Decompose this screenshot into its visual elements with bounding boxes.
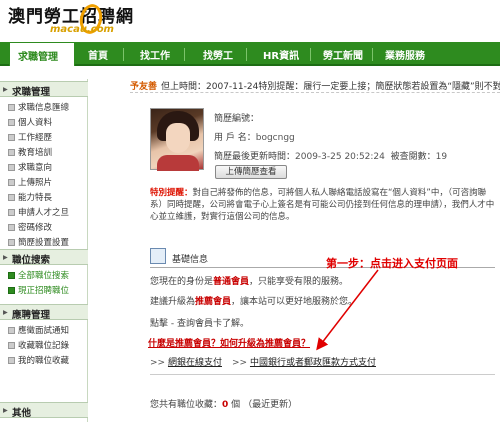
sidebar-item-current-jobs[interactable]: 現正招聘職位	[8, 284, 69, 296]
sidebar-item-saved-records[interactable]: 收藏職位記錄	[8, 339, 69, 351]
nav-divider	[184, 48, 185, 61]
folder-icon	[8, 357, 15, 364]
sidebar: 求職管理 求職信息匯總 個人資料 工作經歷 教育培訓 求職意向 上傳照片 能力特…	[0, 79, 88, 422]
resume-number: 簡歷編號：	[214, 114, 260, 124]
avatar	[150, 108, 204, 171]
nav-services[interactable]: 業務服務	[385, 47, 425, 62]
nav-tab-job-management[interactable]: 求職管理	[9, 42, 75, 66]
sidebar-item-resume-settings[interactable]: 簡歷設置設置	[8, 236, 69, 248]
sidebar-item-profile[interactable]: 個人資料	[8, 116, 52, 128]
preview-resume-button[interactable]: 上傳簡歷查看	[215, 165, 287, 179]
reminder-text: 對自己將發佈的信息，可將個人私人聯絡電話設寫在“個人資料”中，（可咨詢聯系）同時…	[150, 188, 495, 222]
nav-labor-news[interactable]: 勞工新聞	[323, 47, 363, 62]
nav-divider	[246, 48, 247, 61]
doc-icon	[8, 104, 15, 111]
bank-payment-link[interactable]: >> 中國銀行或者郵政匯款方式支付	[232, 355, 376, 368]
sidebar-item-education[interactable]: 教育培訓	[8, 146, 52, 158]
sidebar-item-upload-photo[interactable]: 上傳照片	[8, 176, 52, 188]
reminder-label: 特別提醒：	[150, 188, 193, 198]
sidebar-item-summary[interactable]: 求職信息匯總	[8, 101, 69, 113]
search-icon	[8, 272, 15, 279]
main-nav: 首頁 找工作 找勞工 HR資訊 勞工新聞 業務服務	[0, 42, 500, 66]
avatar-body	[157, 155, 199, 171]
sidebar-item-all-jobs[interactable]: 全部職位搜索	[8, 269, 69, 281]
sidebar-item-interview[interactable]: 應徵面試通知	[8, 324, 69, 336]
membership-status: 您現在的身份是普通會員，只能享受有限的服務。	[150, 277, 349, 287]
folder-icon	[8, 342, 15, 349]
notice-label: 予友善	[130, 82, 158, 92]
doc-icon	[8, 119, 15, 126]
notice-text: 但上時間：2007-11-24特別提醒：履行一定要上接；簡歷狀態若設置為“隱藏”…	[161, 82, 500, 92]
nav-find-worker[interactable]: 找勞工	[203, 47, 233, 62]
sidebar-section-job-management[interactable]: 求職管理	[0, 81, 88, 98]
upgrade-membership-link[interactable]: 什麼是推薦會員？如何升級為推薦會員？	[148, 336, 310, 349]
double-arrow-icon: >>	[232, 358, 248, 368]
resume-username: 用 戶 名：bogcngg	[214, 133, 295, 143]
doc-icon	[8, 239, 15, 246]
doc-icon	[8, 209, 15, 216]
saved-jobs-count: 您共有職位收藏：0 個 （最近更新）	[150, 400, 298, 410]
nav-find-job[interactable]: 找工作	[140, 47, 170, 62]
mail-icon	[8, 327, 15, 334]
doc-icon	[8, 164, 15, 171]
upgrade-suggestion: 建議升級為推薦會員，讓本站可以更好地服務於您。	[150, 297, 358, 307]
sidebar-section-job-search[interactable]: 職位搜索	[0, 249, 88, 266]
nav-divider	[310, 48, 311, 61]
step-annotation: 第一步：点击进入支付页面	[326, 257, 458, 270]
sidebar-item-skills[interactable]: 能力特長	[8, 191, 52, 203]
sidebar-item-password[interactable]: 密碼修改	[8, 221, 52, 233]
nav-divider	[123, 48, 124, 61]
resume-update-time: 簡歷最後更新時間：2009-3-25 20:52:24 被查閱數：19	[214, 152, 448, 162]
member-card-hint: 點擊 - 查詢會員卡了解。	[150, 319, 249, 329]
sidebar-item-experience[interactable]: 工作經歷	[8, 131, 52, 143]
sidebar-section-other[interactable]: 其他	[0, 402, 88, 419]
doc-icon	[8, 149, 15, 156]
special-reminder: 特別提醒：對自己將發佈的信息，可將個人私人聯絡電話設寫在“個人資料”中，（可咨詢…	[150, 187, 495, 223]
doc-icon	[8, 224, 15, 231]
avatar-face	[166, 123, 190, 153]
online-payment-link[interactable]: >> 網銀在線支付	[150, 355, 222, 368]
doc-icon	[8, 179, 15, 186]
basic-info-title: 基礎信息	[172, 255, 209, 265]
notice-bar: 予友善 但上時間：2007-11-24特別提醒：履行一定要上接；簡歷狀態若設置為“…	[130, 79, 500, 93]
sidebar-item-apply[interactable]: 申請人才之旦	[8, 206, 69, 218]
logo-domain: macau.com	[50, 24, 114, 35]
nav-tab-label: 求職管理	[18, 52, 58, 63]
doc-icon	[8, 134, 15, 141]
sidebar-item-my-saved[interactable]: 我的職位收藏	[8, 354, 69, 366]
sidebar-section-application[interactable]: 應聘管理	[0, 304, 88, 321]
section-divider	[150, 374, 495, 375]
nav-hr-info[interactable]: HR資訊	[263, 47, 299, 62]
sidebar-item-intention[interactable]: 求職意向	[8, 161, 52, 173]
site-header: 澳門勞工招聘網 macau.com	[0, 0, 500, 42]
nav-home[interactable]: 首頁	[88, 47, 108, 62]
doc-icon	[8, 194, 15, 201]
double-arrow-icon: >>	[150, 358, 166, 368]
info-icon	[150, 248, 166, 264]
nav-divider	[372, 48, 373, 61]
search-icon	[8, 287, 15, 294]
